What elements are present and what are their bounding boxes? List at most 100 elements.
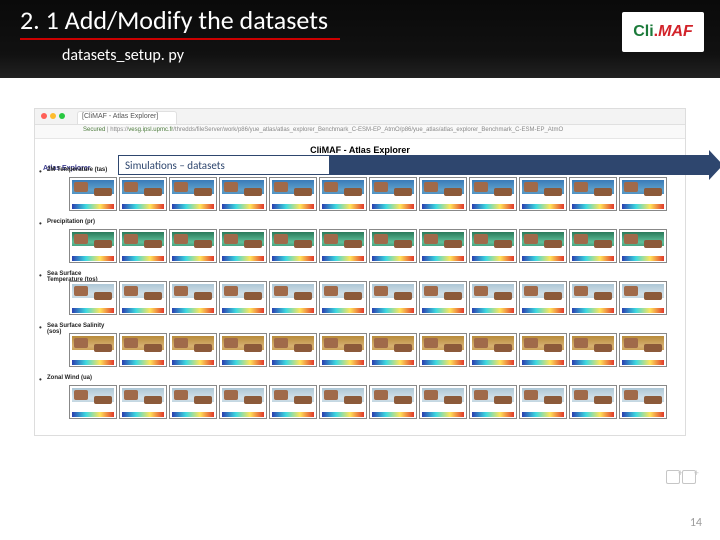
url-host: vesg.ipsl.upmc.fr	[128, 127, 173, 133]
map-thumbnail	[469, 229, 517, 263]
map-thumbnail	[619, 229, 667, 263]
map-thumbnail	[619, 385, 667, 419]
map-thumbnail	[169, 333, 217, 367]
map-thumbnail	[219, 385, 267, 419]
map-thumbnail	[169, 281, 217, 315]
map-thumbnail	[369, 333, 417, 367]
map-thumbnail	[569, 281, 617, 315]
map-thumbnail	[369, 385, 417, 419]
row-bullet: •	[39, 323, 42, 332]
map-thumbnail	[419, 385, 467, 419]
map-thumbnail	[519, 333, 567, 367]
map-thumbnail	[269, 229, 317, 263]
row-label: Precipitation (pr)	[47, 219, 117, 225]
add-box-icon	[682, 470, 696, 484]
map-thumbnail	[569, 229, 617, 263]
map-grid: •2M Temperature (tas)•Precipitation (pr)…	[69, 171, 677, 427]
map-row	[69, 333, 677, 371]
map-thumbnail	[69, 385, 117, 419]
map-thumbnail	[219, 281, 267, 315]
add-box-icon	[666, 470, 680, 484]
map-thumbnail	[419, 229, 467, 263]
map-row	[69, 385, 677, 423]
map-thumbnail	[569, 177, 617, 211]
maximize-icon	[59, 113, 65, 119]
map-thumbnail	[169, 177, 217, 211]
callout-arrow-head-icon	[709, 150, 720, 180]
slide: 2. 1 Add/Modify the datasets datasets_se…	[0, 0, 720, 540]
embedded-page-title: CliMAF - Atlas Explorer	[35, 145, 685, 155]
map-thumbnail	[619, 281, 667, 315]
map-thumbnail	[219, 229, 267, 263]
tab-strip: [CliMAF - Atlas Explorer]	[35, 109, 685, 125]
url-path: /thredds/fileServer/work/p86/yue_atlas/a…	[173, 127, 563, 133]
map-thumbnail	[119, 281, 167, 315]
row-label: Zonal Wind (ua)	[47, 375, 117, 381]
map-thumbnail	[169, 229, 217, 263]
logo-letter-li: li	[645, 23, 654, 40]
map-thumbnail	[119, 333, 167, 367]
map-thumbnail	[569, 333, 617, 367]
callout-arrow-body	[330, 155, 710, 175]
climaf-logo: Cli.MAF	[622, 12, 704, 52]
map-thumbnail	[319, 281, 367, 315]
close-icon	[41, 113, 47, 119]
page-number: 14	[690, 516, 702, 530]
map-thumbnail	[219, 333, 267, 367]
map-thumbnail	[369, 281, 417, 315]
map-thumbnail	[419, 177, 467, 211]
map-thumbnail	[519, 281, 567, 315]
map-thumbnail	[469, 177, 517, 211]
map-thumbnail	[269, 281, 317, 315]
row-label: 2M Temperature (tas)	[47, 167, 117, 173]
map-thumbnail	[419, 281, 467, 315]
map-thumbnail	[619, 177, 667, 211]
map-thumbnail	[169, 385, 217, 419]
map-thumbnail	[219, 177, 267, 211]
map-thumbnail	[369, 177, 417, 211]
map-thumbnail	[269, 177, 317, 211]
url-secure-badge: Secured	[83, 127, 105, 133]
row-bullet: •	[39, 167, 42, 176]
row-bullet: •	[39, 219, 42, 228]
slide-title: 2. 1 Add/Modify the datasets	[20, 4, 328, 36]
map-thumbnail	[569, 385, 617, 419]
map-thumbnail	[369, 229, 417, 263]
slide-subtitle: datasets_setup. py	[62, 46, 184, 65]
annotation-icon	[666, 470, 700, 490]
map-row	[69, 229, 677, 267]
minimize-icon	[50, 113, 56, 119]
map-thumbnail	[419, 333, 467, 367]
url-text: Secured | https://vesg.ipsl.upmc.fr/thre…	[83, 127, 563, 133]
map-thumbnail	[469, 333, 517, 367]
map-thumbnail	[319, 177, 367, 211]
logo-letter-c: C	[633, 23, 645, 40]
map-thumbnail	[469, 281, 517, 315]
map-thumbnail	[269, 333, 317, 367]
map-thumbnail	[269, 385, 317, 419]
map-thumbnail	[519, 177, 567, 211]
map-thumbnail	[469, 385, 517, 419]
map-thumbnail	[69, 333, 117, 367]
map-thumbnail	[69, 281, 117, 315]
map-thumbnail	[69, 229, 117, 263]
map-thumbnail	[519, 229, 567, 263]
map-row	[69, 177, 677, 215]
map-thumbnail	[119, 177, 167, 211]
window-controls	[41, 113, 65, 119]
map-thumbnail	[319, 333, 367, 367]
map-thumbnail	[519, 385, 567, 419]
map-thumbnail	[319, 229, 367, 263]
map-thumbnail	[319, 385, 367, 419]
map-row	[69, 281, 677, 319]
logo-letter-maf: MAF	[658, 23, 693, 40]
callout-label: Simulations – datasets	[125, 159, 225, 172]
row-bullet: •	[39, 271, 42, 280]
browser-tab: [CliMAF - Atlas Explorer]	[77, 111, 177, 124]
title-underline	[20, 38, 340, 40]
callout-box: Simulations – datasets	[118, 155, 330, 175]
map-thumbnail	[69, 177, 117, 211]
address-bar: Secured | https://vesg.ipsl.upmc.fr/thre…	[35, 125, 685, 139]
map-thumbnail	[619, 333, 667, 367]
row-bullet: •	[39, 375, 42, 384]
